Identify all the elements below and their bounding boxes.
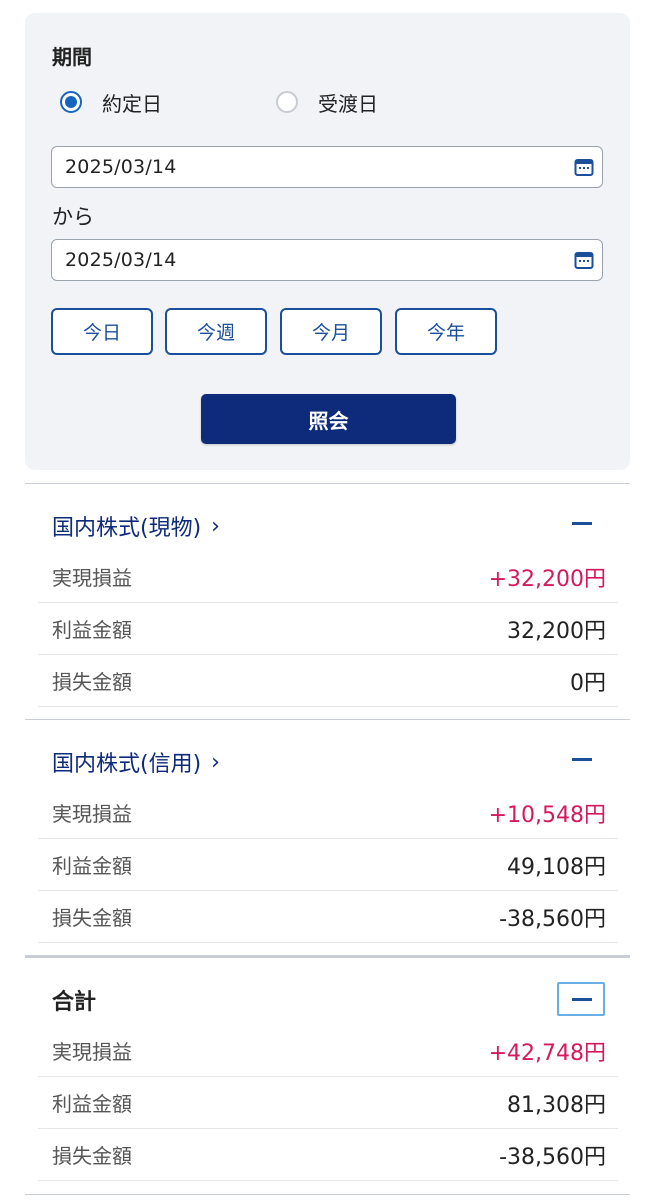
radio-settlement-date[interactable]: 受渡日 xyxy=(276,89,378,116)
section-title-total: 合計 xyxy=(52,984,96,1016)
table-row: 利益金額 49,108円 xyxy=(38,839,618,891)
row-value: -38,560円 xyxy=(499,1144,606,1170)
range-separator: から xyxy=(52,205,94,229)
table-row: 損失金額 -38,560円 xyxy=(38,1129,618,1181)
this-week-button[interactable]: 今週 xyxy=(165,308,267,355)
row-value: +10,548円 xyxy=(488,802,606,828)
row-label: 実現損益 xyxy=(52,566,132,590)
row-value: -38,560円 xyxy=(499,906,606,932)
row-label: 損失金額 xyxy=(52,1144,132,1168)
radio-trade-date-label: 約定日 xyxy=(102,91,162,116)
this-month-button[interactable]: 今月 xyxy=(280,308,382,355)
date-to-value: 2025/03/14 xyxy=(65,249,177,271)
section-title-text: 国内株式(信用) xyxy=(52,752,202,777)
date-from-value: 2025/03/14 xyxy=(65,156,177,178)
radio-trade-date-button[interactable] xyxy=(60,91,82,113)
radio-settlement-date-label: 受渡日 xyxy=(318,91,378,116)
table-row: 利益金額 32,200円 xyxy=(38,603,618,655)
section-title-margin[interactable]: 国内株式(信用) › xyxy=(52,746,220,778)
row-label: 実現損益 xyxy=(52,1040,132,1064)
table-row: 実現損益 +32,200円 xyxy=(38,551,618,603)
date-from-field[interactable]: 2025/03/14 xyxy=(51,146,603,188)
submit-button[interactable]: 照会 xyxy=(201,394,456,444)
row-value: 0円 xyxy=(570,670,606,696)
section-title-spot[interactable]: 国内株式(現物) › xyxy=(52,510,220,542)
table-row: 実現損益 +42,748円 xyxy=(38,1025,618,1077)
section-divider xyxy=(25,719,630,720)
row-value: +32,200円 xyxy=(488,566,606,592)
table-row: 損失金額 0円 xyxy=(38,655,618,707)
minus-icon xyxy=(572,998,592,1001)
row-label: 利益金額 xyxy=(52,618,132,642)
row-value: 49,108円 xyxy=(507,854,606,880)
collapse-button[interactable] xyxy=(568,746,596,774)
row-label: 実現損益 xyxy=(52,802,132,826)
section-divider xyxy=(25,955,630,958)
chevron-right-icon: › xyxy=(211,513,220,539)
minus-icon xyxy=(572,522,592,525)
section-title-text: 国内株式(現物) xyxy=(52,516,202,541)
row-label: 損失金額 xyxy=(52,670,132,694)
minus-icon xyxy=(572,758,592,761)
row-value: 32,200円 xyxy=(507,618,606,644)
table-row: 損失金額 -38,560円 xyxy=(38,891,618,943)
row-label: 利益金額 xyxy=(52,1092,132,1116)
this-year-button[interactable]: 今年 xyxy=(395,308,497,355)
table-row: 実現損益 +10,548円 xyxy=(38,787,618,839)
row-value: +42,748円 xyxy=(488,1040,606,1066)
section-title-text: 合計 xyxy=(52,990,97,1015)
period-label: 期間 xyxy=(52,45,92,69)
chevron-right-icon: › xyxy=(211,749,220,775)
calendar-icon[interactable] xyxy=(574,157,594,177)
row-label: 損失金額 xyxy=(52,906,132,930)
filter-panel: 期間 約定日 受渡日 2025/03/14 から 2025/03/14 今日 今… xyxy=(25,13,630,470)
table-row: 利益金額 81,308円 xyxy=(38,1077,618,1129)
section-divider xyxy=(25,483,630,484)
today-button[interactable]: 今日 xyxy=(51,308,153,355)
radio-trade-date[interactable]: 約定日 xyxy=(60,89,162,116)
date-to-field[interactable]: 2025/03/14 xyxy=(51,239,603,281)
row-value: 81,308円 xyxy=(507,1092,606,1118)
collapse-button[interactable] xyxy=(568,510,596,538)
radio-settlement-date-button[interactable] xyxy=(276,91,298,113)
collapse-button[interactable] xyxy=(557,982,605,1016)
calendar-icon[interactable] xyxy=(574,250,594,270)
section-divider xyxy=(25,1194,630,1195)
row-label: 利益金額 xyxy=(52,854,132,878)
